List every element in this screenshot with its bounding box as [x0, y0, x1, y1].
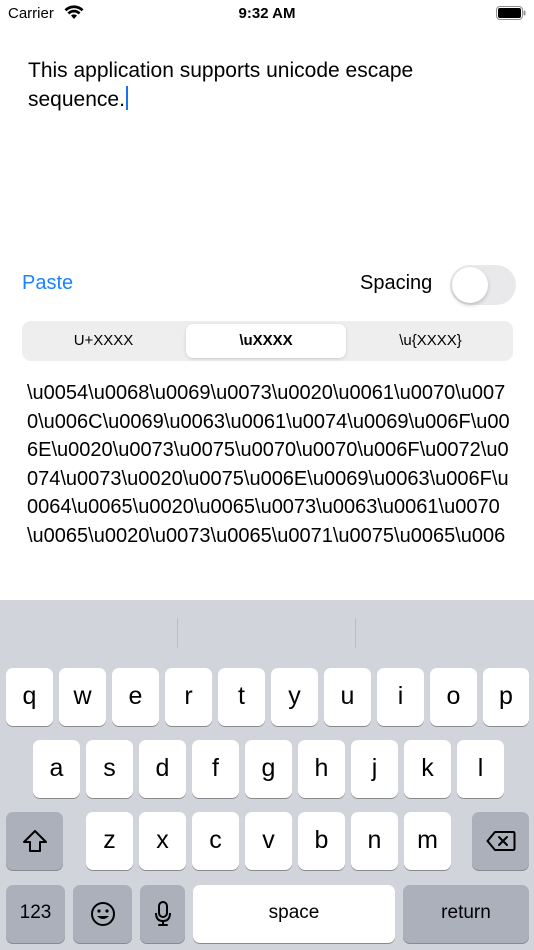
key-t[interactable]: t: [218, 668, 265, 726]
emoji-icon: [90, 902, 115, 926]
key-h[interactable]: h: [298, 740, 345, 798]
key-d[interactable]: d: [139, 740, 186, 798]
key-k[interactable]: k: [404, 740, 451, 798]
key-j[interactable]: j: [351, 740, 398, 798]
dictation-key[interactable]: [140, 885, 185, 943]
key-b[interactable]: b: [298, 812, 345, 870]
input-text: This application supports unicode escape…: [28, 59, 414, 111]
shift-key[interactable]: [6, 812, 63, 870]
key-m[interactable]: m: [404, 812, 451, 870]
key-s[interactable]: s: [86, 740, 133, 798]
segment-backslash-u-braces[interactable]: \u{XXXX}: [348, 321, 513, 361]
shift-icon: [22, 830, 47, 852]
key-l[interactable]: l: [457, 740, 504, 798]
key-w[interactable]: w: [59, 668, 106, 726]
toggle-knob: [452, 267, 488, 303]
escaped-output-text: \u0054\u0068\u0069\u0073\u0020\u0061\u00…: [27, 382, 510, 547]
space-key[interactable]: space: [193, 885, 395, 943]
key-x[interactable]: x: [139, 812, 186, 870]
emoji-key[interactable]: [73, 885, 132, 943]
key-g[interactable]: g: [245, 740, 292, 798]
key-v[interactable]: v: [245, 812, 292, 870]
key-q[interactable]: q: [6, 668, 53, 726]
key-y[interactable]: y: [271, 668, 318, 726]
backspace-icon: [486, 831, 515, 851]
key-o[interactable]: o: [430, 668, 477, 726]
key-u[interactable]: u: [324, 668, 371, 726]
spacing-toggle[interactable]: [450, 265, 516, 305]
spacing-label: Spacing: [360, 272, 433, 294]
key-e[interactable]: e: [112, 668, 159, 726]
key-p[interactable]: p: [483, 668, 529, 726]
delete-key[interactable]: [472, 812, 529, 870]
key-c[interactable]: c: [192, 812, 239, 870]
suggestion-divider: [177, 618, 178, 648]
suggestion-divider: [355, 618, 356, 648]
key-r[interactable]: r: [165, 668, 212, 726]
battery-icon: [496, 6, 526, 20]
format-segmented-control: U+XXXX \uXXXX \u{XXXX}: [22, 321, 513, 361]
key-a[interactable]: a: [33, 740, 80, 798]
segment-u-plus[interactable]: U+XXXX: [22, 321, 185, 361]
status-time: 9:32 AM: [238, 5, 296, 22]
status-bar: Carrier 9:32 AM: [0, 0, 534, 28]
return-key[interactable]: return: [403, 885, 529, 943]
key-n[interactable]: n: [351, 812, 398, 870]
key-z[interactable]: z: [86, 812, 133, 870]
input-text-view[interactable]: This application supports unicode escape…: [28, 56, 508, 114]
keyboard: q w e r t y u i o p a s d f g h j k l z …: [0, 600, 534, 950]
paste-button[interactable]: Paste: [22, 272, 73, 295]
key-f[interactable]: f: [192, 740, 239, 798]
key-i[interactable]: i: [377, 668, 424, 726]
microphone-icon: [154, 901, 171, 926]
text-cursor: [125, 86, 128, 110]
segment-backslash-u[interactable]: \uXXXX: [186, 324, 346, 358]
numbers-key[interactable]: 123: [6, 885, 65, 943]
